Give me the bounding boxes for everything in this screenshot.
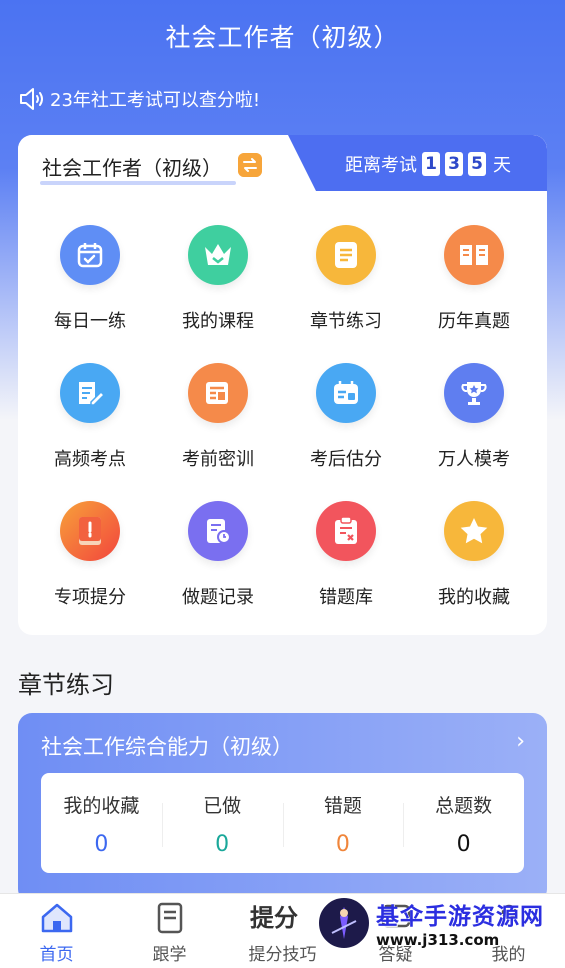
watermark: 基伞手游资源网 www.j313.com (316, 893, 565, 953)
chapter-card[interactable]: 社会工作综合能力（初级） › 我的收藏 0 已做 0 错题 0 总题数 0 (18, 713, 547, 903)
feature-grid: 每日一练 我的课程 章节练习 历年真题 高频考点 考前密训 考后估分 万人模考 … (18, 225, 547, 635)
grid-item-my-courses[interactable]: 我的课程 (154, 225, 282, 363)
stat-value: 0 (94, 832, 109, 857)
grid-item-my-favorites[interactable]: 我的收藏 (410, 501, 538, 635)
notice-bar[interactable]: 23年社工考试可以查分啦! (18, 86, 260, 112)
switch-subject-icon[interactable] (238, 153, 262, 177)
book-icon (157, 902, 182, 934)
grid-item-label: 错题库 (319, 587, 373, 608)
star-icon (444, 501, 504, 561)
section-title: 章节练习 (18, 671, 114, 699)
grid-item-special-improve[interactable]: 专项提分 (26, 501, 154, 635)
subject-tab-underline (40, 181, 236, 185)
grid-item-past-exams[interactable]: 历年真题 (410, 225, 538, 363)
stat-label: 总题数 (435, 795, 493, 817)
countdown-label: 距离考试 (345, 155, 417, 176)
grid-item-label: 章节练习 (310, 311, 382, 332)
countdown-digit: 3 (445, 152, 463, 176)
grid-item-score-estimate[interactable]: 考后估分 (282, 363, 410, 501)
watermark-logo-icon (316, 895, 372, 951)
stat-favorites[interactable]: 我的收藏 0 (41, 773, 162, 873)
chapter-stats: 我的收藏 0 已做 0 错题 0 总题数 0 (41, 773, 524, 873)
crown-icon (188, 225, 248, 285)
watermark-line2: www.j313.com (376, 931, 500, 949)
chevron-right-icon[interactable]: › (516, 729, 525, 754)
subject-tab-title: 社会工作者（初级） (42, 156, 222, 180)
document-icon (316, 225, 376, 285)
grid-item-label: 做题记录 (182, 587, 254, 608)
stat-total[interactable]: 总题数 0 (403, 773, 524, 873)
notebook-icon (60, 501, 120, 561)
tab-label: 提分技巧 (248, 945, 317, 965)
notice-text: 23年社工考试可以查分啦! (50, 90, 261, 111)
grid-item-label: 我的课程 (182, 311, 254, 332)
calendar-check-icon (60, 225, 120, 285)
grid-item-key-points[interactable]: 高频考点 (26, 363, 154, 501)
grid-item-chapter-practice[interactable]: 章节练习 (282, 225, 410, 363)
tab-label: 跟学 (152, 945, 187, 965)
stat-label: 我的收藏 (63, 795, 140, 817)
stat-label: 已做 (203, 795, 242, 817)
stat-wrong[interactable]: 错题 0 (282, 773, 404, 873)
grid-item-daily-practice[interactable]: 每日一练 (26, 225, 154, 363)
stat-value: 0 (335, 832, 350, 857)
grid-item-practice-record[interactable]: 做题记录 (154, 501, 282, 635)
grid-item-label: 专项提分 (54, 587, 126, 608)
grid-item-wrong-questions[interactable]: 错题库 (282, 501, 410, 635)
tab-home[interactable]: 首页 (0, 894, 113, 968)
page-title: 社会工作者（初级） (165, 23, 400, 52)
stat-value: 0 (456, 832, 471, 857)
countdown-unit: 天 (493, 155, 511, 176)
grid-item-pre-exam-training[interactable]: 考前密训 (154, 363, 282, 501)
tab-label: 首页 (39, 945, 74, 965)
stat-value: 0 (215, 832, 230, 857)
edit-note-icon (60, 363, 120, 423)
grid-item-label: 万人模考 (438, 449, 510, 470)
grid-item-label: 考后估分 (310, 449, 382, 470)
grid-item-mock-exam[interactable]: 万人模考 (410, 363, 538, 501)
newspaper-icon (188, 363, 248, 423)
countdown-digit: 5 (468, 152, 486, 176)
speaker-icon (20, 88, 43, 110)
watermark-text: 基伞手游资源网 www.j313.com (376, 897, 544, 949)
record-clock-icon (188, 501, 248, 561)
tifen-logo: 提分 (250, 904, 298, 932)
countdown-digit: 1 (422, 152, 440, 176)
home-icon (41, 903, 72, 933)
grid-item-label: 考前密训 (182, 449, 254, 470)
open-book-icon (444, 225, 504, 285)
clipboard-error-icon (316, 501, 376, 561)
trophy-icon (444, 363, 504, 423)
exam-card: 社会工作者（初级） 距离考试 1 3 5 天 每日一练 我的课程 章节练习 历年… (18, 135, 547, 635)
stat-label: 错题 (323, 795, 362, 817)
grid-item-label: 我的收藏 (438, 587, 510, 608)
watermark-line1: 基伞手游资源网 (376, 904, 544, 930)
grid-item-label: 历年真题 (438, 311, 510, 332)
calendar-estimate-icon (316, 363, 376, 423)
tab-follow-study[interactable]: 跟学 (113, 894, 226, 968)
stat-done[interactable]: 已做 0 (161, 773, 283, 873)
exam-card-tabs: 社会工作者（初级） 距离考试 1 3 5 天 (18, 135, 547, 195)
grid-item-label: 高频考点 (54, 449, 126, 470)
grid-item-label: 每日一练 (54, 311, 126, 332)
chapter-title: 社会工作综合能力（初级） (41, 735, 293, 759)
exam-countdown: 距离考试 1 3 5 天 (345, 151, 511, 177)
